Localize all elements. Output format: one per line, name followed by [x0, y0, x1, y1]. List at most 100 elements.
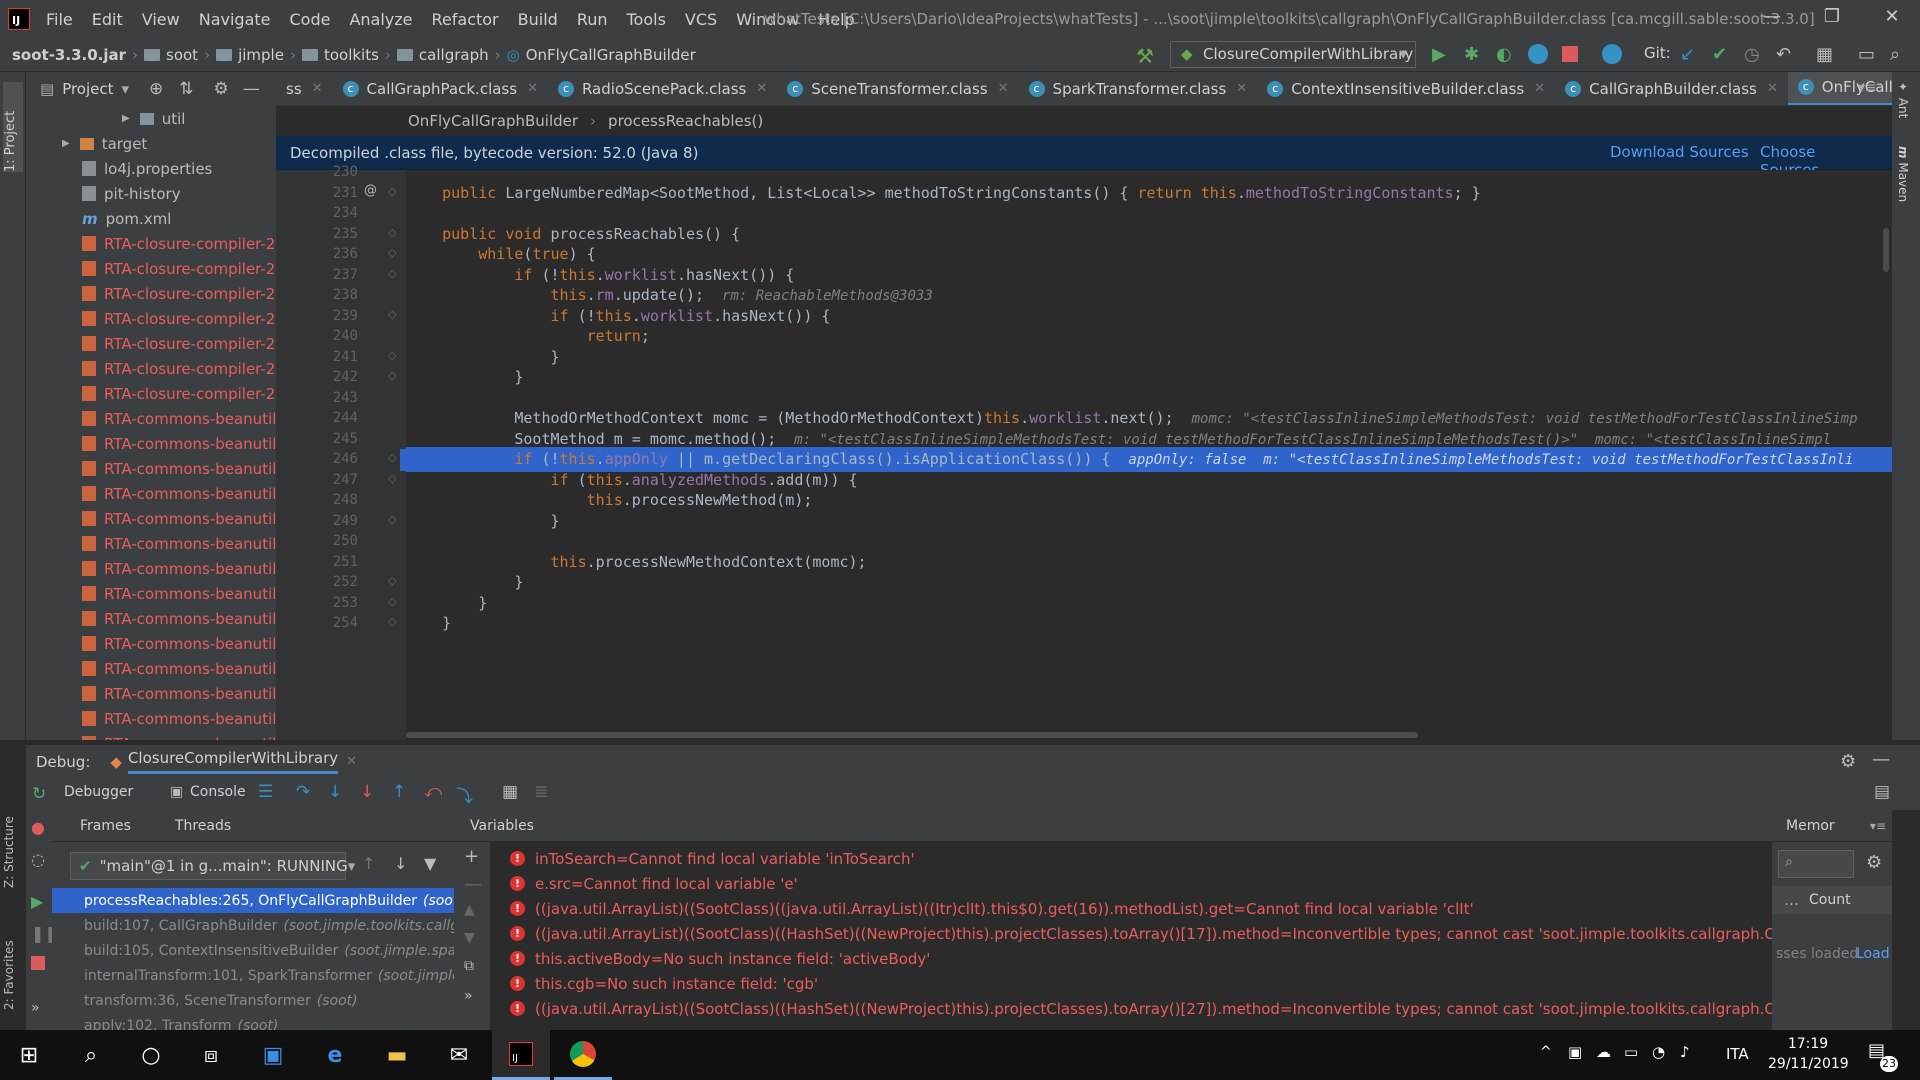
close-icon[interactable]: ✕: [312, 81, 323, 96]
arrow-up-icon[interactable]: ↑: [362, 854, 375, 873]
project-tree-item[interactable]: RTA-commons-beanutils-2: [26, 456, 276, 481]
move-up-icon[interactable]: ▲: [464, 902, 475, 918]
console-tab[interactable]: Console: [190, 784, 246, 800]
rerun-icon[interactable]: ↻: [32, 784, 46, 804]
collapse-icon[interactable]: ⇅: [179, 79, 193, 99]
menu-item-build[interactable]: Build: [518, 10, 558, 29]
fold-icon[interactable]: ◇: [388, 595, 396, 608]
profiler-icon[interactable]: [1528, 44, 1548, 64]
code-line[interactable]: public LargeNumberedMap<SootMethod, List…: [406, 181, 1481, 206]
menu-item-vcs[interactable]: VCS: [685, 10, 717, 29]
count-column[interactable]: Count: [1809, 892, 1851, 908]
force-step-into-icon[interactable]: ↓: [360, 782, 374, 802]
copy-icon[interactable]: ⧉: [464, 958, 474, 974]
fold-icon[interactable]: ◇: [388, 451, 396, 464]
git-rollback-icon[interactable]: ↶: [1776, 44, 1796, 65]
tray-chevron-up-icon[interactable]: ^: [1540, 1044, 1552, 1060]
edge-icon[interactable]: e: [306, 1030, 364, 1080]
more-icon[interactable]: »: [464, 988, 473, 1004]
watch-row[interactable]: ! this.cgb = No such instance field: 'cgb…: [510, 971, 1772, 996]
project-tool-tab[interactable]: 1: Project: [3, 82, 23, 172]
close-icon[interactable]: ✕: [1236, 81, 1247, 96]
onedrive-icon[interactable]: ☁: [1596, 1043, 1611, 1061]
close-icon[interactable]: ✕: [1767, 81, 1778, 96]
memory-tab[interactable]: Memor: [1786, 818, 1835, 834]
fold-icon[interactable]: ◇: [388, 369, 396, 382]
run-to-cursor-icon[interactable]: ⤵: [456, 782, 473, 807]
menu-item-tools[interactable]: Tools: [627, 10, 666, 29]
editor-tab[interactable]: ss ✕: [276, 72, 333, 105]
gear-icon[interactable]: ⚙: [214, 79, 229, 99]
project-tree-item[interactable]: RTA-closure-compiler-2019: [26, 331, 276, 356]
add-watch-icon[interactable]: +: [464, 846, 479, 867]
menu-item-refactor[interactable]: Refactor: [432, 10, 499, 29]
vertical-scrollbar[interactable]: [1883, 228, 1889, 272]
clock-date[interactable]: 29/11/2019: [1768, 1056, 1849, 1072]
cortana-icon[interactable]: ○: [122, 1030, 180, 1080]
menu-item-code[interactable]: Code: [290, 10, 331, 29]
arrow-down-icon[interactable]: ↓: [394, 854, 407, 873]
fold-icon[interactable]: ◇: [388, 267, 396, 280]
code-line[interactable]: }: [406, 365, 523, 390]
debug-config-tab[interactable]: ClosureCompilerWithLibrary: [127, 749, 339, 774]
stack-frame[interactable]: apply:102, Transform (soot): [52, 1013, 454, 1031]
remove-watch-icon[interactable]: —: [464, 874, 482, 895]
layout-icon[interactable]: ▤: [1874, 782, 1890, 802]
memory-menu-icon[interactable]: ▾≡: [1870, 819, 1886, 833]
fold-icon[interactable]: ◇: [388, 246, 396, 259]
breadcrumb-item[interactable]: callgraph: [396, 46, 489, 64]
project-tree-item[interactable]: RTA-commons-beanutils-2: [26, 481, 276, 506]
project-tree-item[interactable]: RTA-closure-compiler-2019: [26, 381, 276, 406]
volume-icon[interactable]: ♪: [1680, 1043, 1690, 1061]
project-tree-item[interactable]: ▶ target: [26, 131, 276, 156]
show-execution-point-icon[interactable]: ☰: [258, 782, 273, 802]
network-icon[interactable]: ◔: [1652, 1043, 1665, 1061]
stop-icon[interactable]: [31, 956, 45, 970]
menu-item-view[interactable]: View: [142, 10, 180, 29]
watch-row[interactable]: ! e.src = Cannot find local variable 'e': [510, 871, 1772, 896]
locate-icon[interactable]: ⊕: [149, 79, 163, 99]
trace-icon[interactable]: ≣: [534, 782, 548, 802]
fold-icon[interactable]: ◇: [388, 574, 396, 587]
fold-icon[interactable]: ◇: [388, 308, 396, 321]
close-icon[interactable]: ✕: [998, 81, 1009, 96]
close-icon[interactable]: ✕: [346, 754, 357, 769]
project-tree-item[interactable]: RTA-commons-beanutils-2: [26, 531, 276, 556]
editor-tab[interactable]: c ContextInsensitiveBuilder.class ✕: [1257, 72, 1555, 105]
stack-frame[interactable]: build:107, CallGraphBuilder (soot.jimple.…: [52, 913, 454, 938]
menu-item-file[interactable]: File: [46, 10, 73, 29]
fold-icon[interactable]: ◇: [388, 513, 396, 526]
language-indicator[interactable]: ITA: [1726, 1045, 1749, 1063]
structure-tool-tab[interactable]: Z: Structure: [2, 808, 24, 888]
close-button[interactable]: ✕: [1872, 6, 1912, 32]
project-tree-item[interactable]: RTA-closure-compiler-2019: [26, 256, 276, 281]
run-config-select[interactable]: ◆ ClosureCompilerWithLibrary ▾: [1170, 41, 1416, 68]
fold-icon[interactable]: ◇: [388, 185, 396, 198]
close-icon[interactable]: ✕: [1534, 81, 1545, 96]
caret-right-icon[interactable]: ▶: [122, 113, 130, 124]
battery-icon[interactable]: ▭: [1624, 1043, 1638, 1061]
gear-icon[interactable]: ⚙: [1840, 751, 1856, 772]
editor-breadcrumb-method[interactable]: processReachables(): [608, 112, 763, 130]
project-tree-item[interactable]: RTA-commons-beanutils-2: [26, 406, 276, 431]
chevron-down-icon[interactable]: ▾: [122, 80, 130, 98]
watch-row[interactable]: ! this.activeBody = No such instance fiel…: [510, 946, 1772, 971]
git-history-icon[interactable]: ◷: [1744, 44, 1764, 65]
intellij-taskbar-icon[interactable]: IJ: [492, 1030, 550, 1080]
filter-icon[interactable]: ▼: [424, 854, 436, 873]
favorites-tool-tab[interactable]: 2: Favorites: [2, 920, 24, 1010]
watch-row[interactable]: ! ((java.util.ArrayList)((SootClass)((Has…: [510, 921, 1772, 946]
project-panel-title[interactable]: Project: [62, 80, 113, 98]
windows-start-icon[interactable]: ⊞: [0, 1030, 58, 1080]
close-icon[interactable]: ✕: [756, 81, 767, 96]
watch-row[interactable]: ! ((java.util.ArrayList)((SootClass)((jav…: [510, 896, 1772, 921]
project-tree-item[interactable]: RTA-commons-beanutils-2: [26, 606, 276, 631]
project-tree-item[interactable]: pit-history: [26, 181, 276, 206]
resume-icon[interactable]: ▶: [31, 892, 43, 911]
clock-time[interactable]: 17:19: [1768, 1036, 1848, 1052]
debugger-tab[interactable]: Debugger: [64, 784, 133, 800]
gear-icon[interactable]: ⚙: [1866, 852, 1882, 873]
project-tree-item[interactable]: RTA-closure-compiler-2019: [26, 231, 276, 256]
breadcrumb-item[interactable]: ◎ OnFlyCallGraphBuilder: [507, 46, 696, 64]
editor-tab[interactable]: c CallGraphPack.class ✕: [333, 72, 548, 105]
